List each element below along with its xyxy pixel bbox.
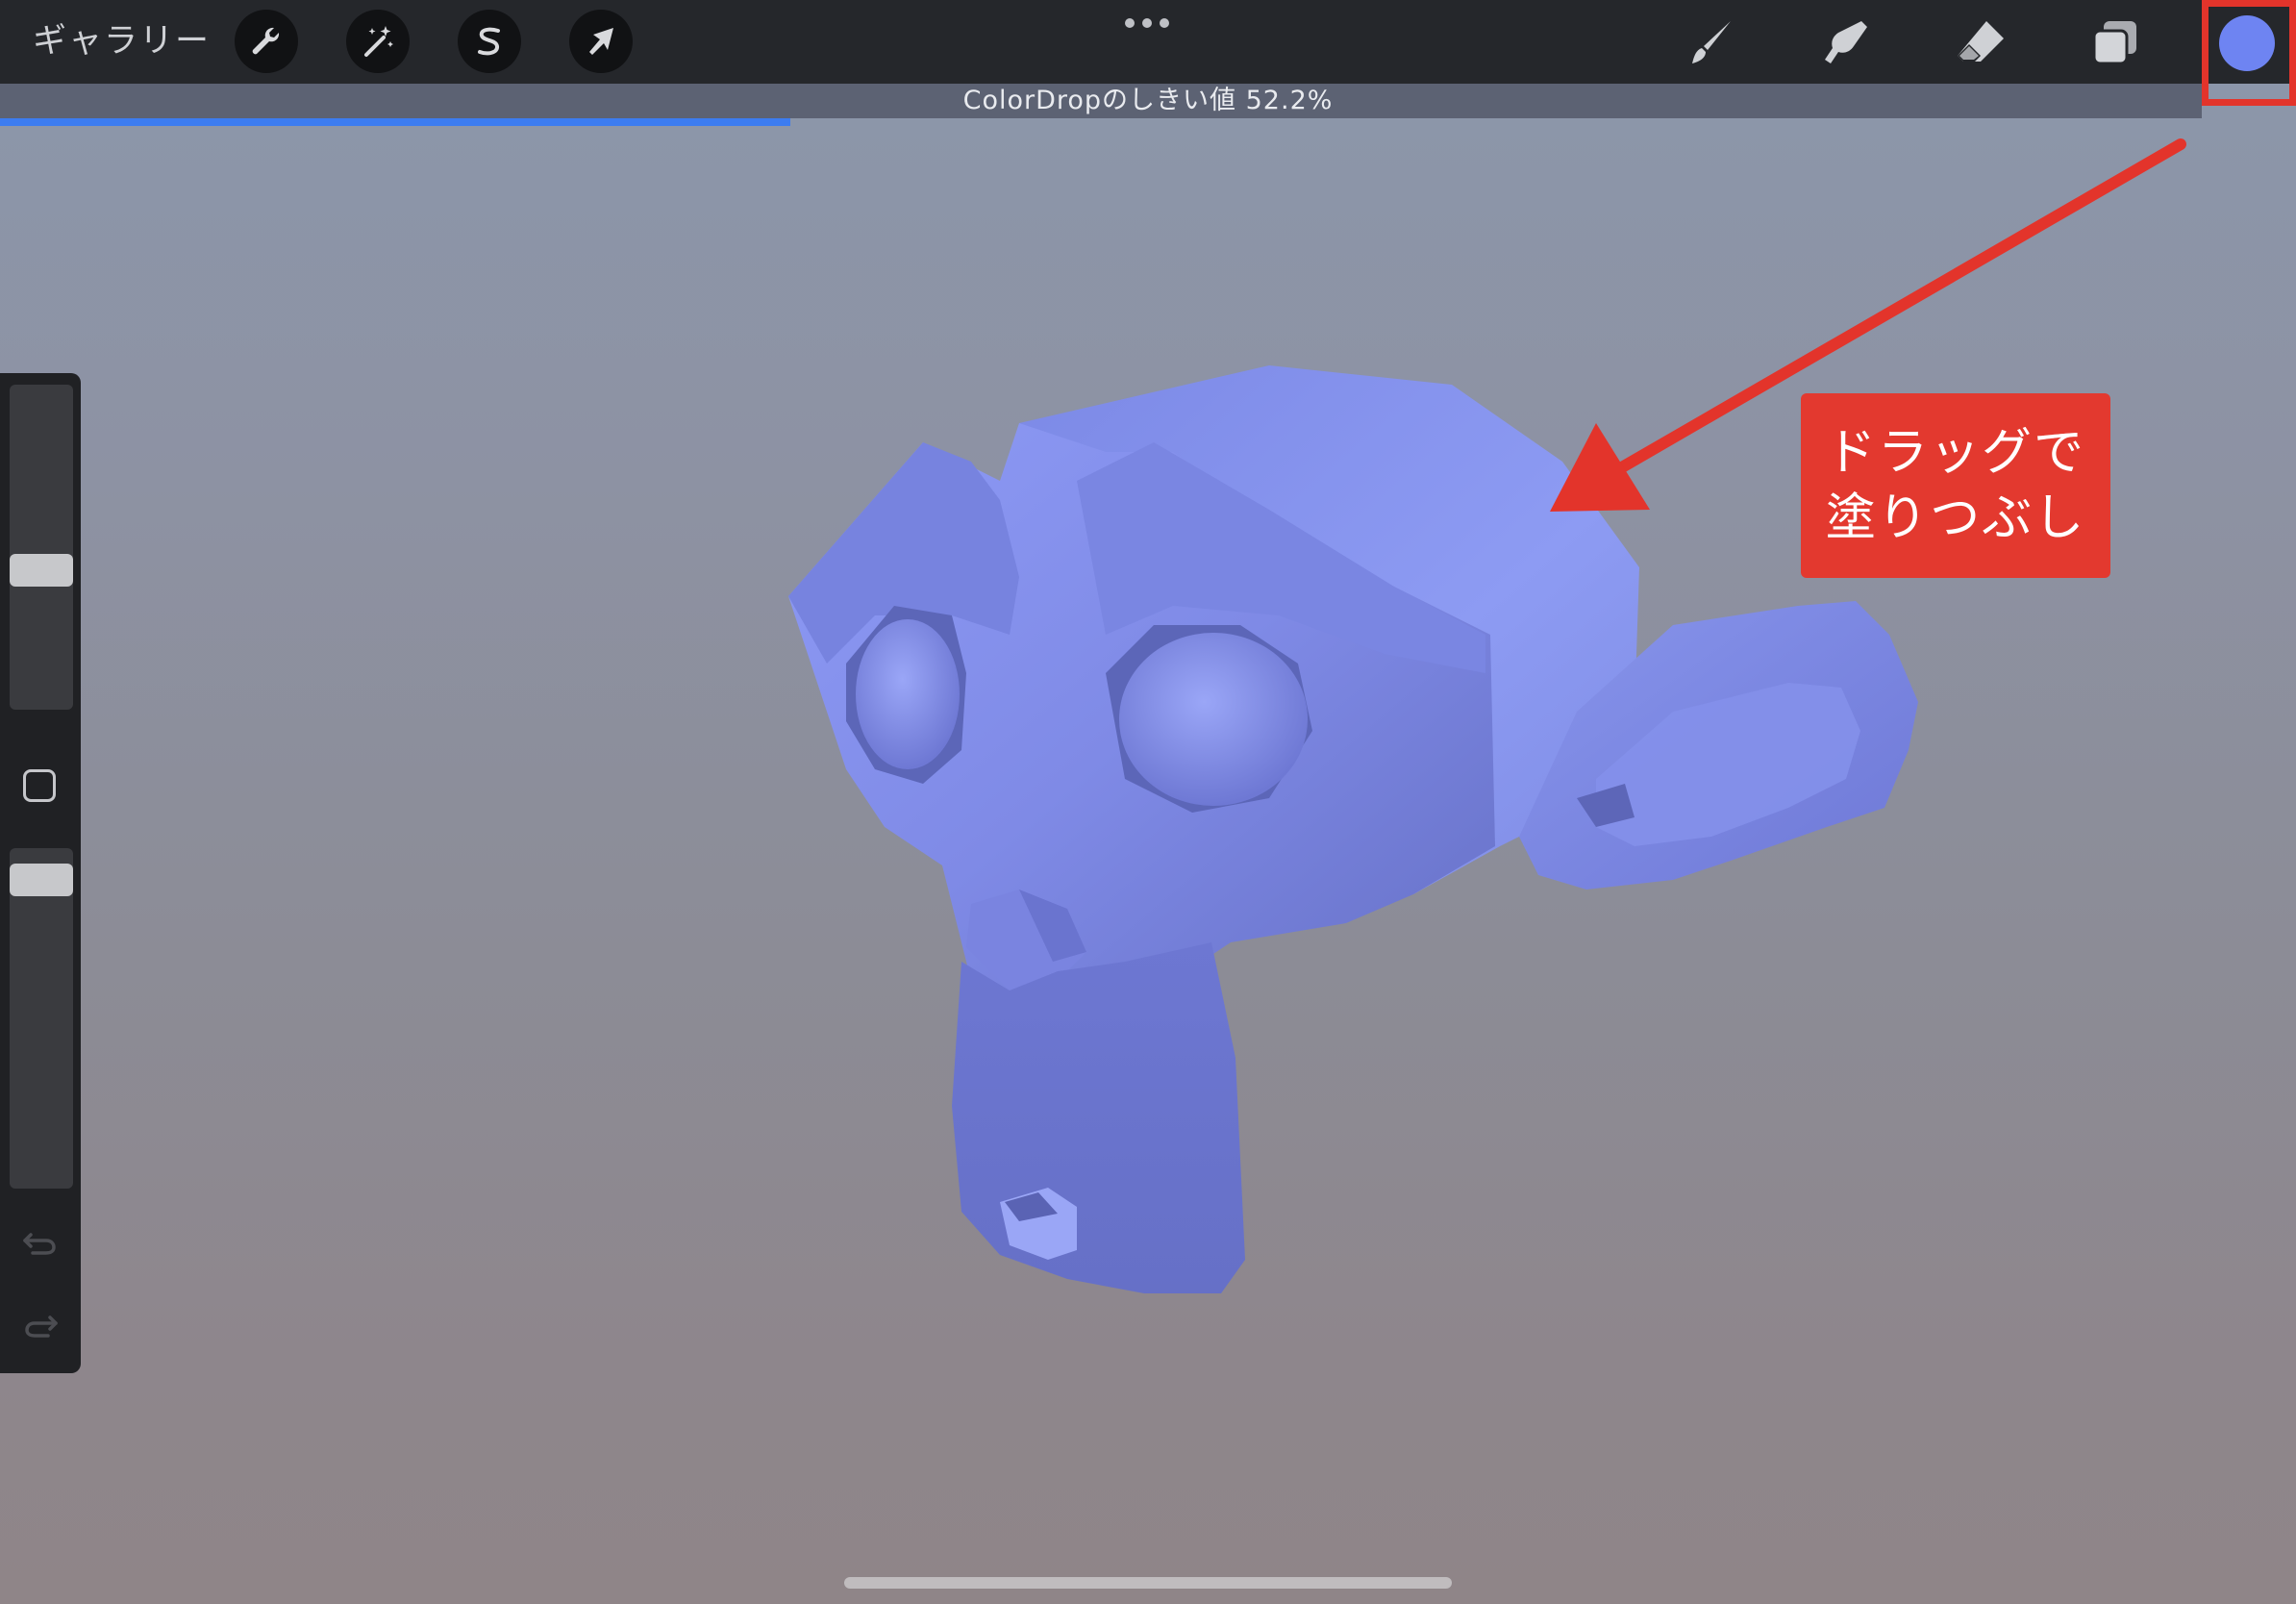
procreate-3d-canvas[interactable]: ギャラリー ColorDropのしきい値 52.2% ドラッグで 塗りつぶし (0, 0, 2296, 1604)
annotation-line-2: 塗りつぶし (1825, 489, 2086, 547)
annotation-callout: ドラッグで 塗りつぶし (1801, 393, 2110, 578)
annotation-line-1: ドラッグで (1825, 424, 2085, 482)
home-indicator[interactable] (844, 1577, 1452, 1589)
annotation-arrow (1550, 138, 2186, 512)
